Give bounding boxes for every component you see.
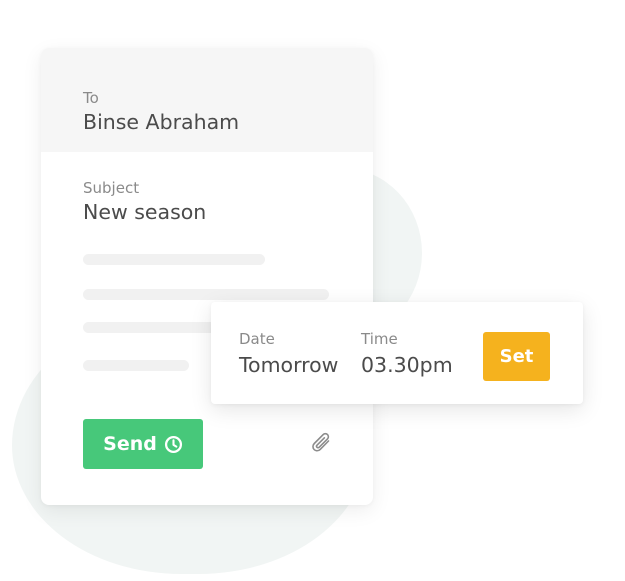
send-button[interactable]: Send: [83, 419, 203, 469]
body-text-placeholder: [83, 322, 217, 333]
date-label: Date: [239, 330, 275, 348]
body-text-placeholder: [83, 289, 329, 300]
clock-icon: [164, 435, 183, 454]
body-text-placeholder: [83, 254, 265, 265]
to-label: To: [83, 89, 99, 107]
body-text-placeholder: [83, 360, 189, 371]
send-button-label: Send: [103, 433, 157, 455]
email-compose-card: To Binse Abraham Subject New season Send: [41, 48, 373, 505]
date-value[interactable]: Tomorrow: [239, 353, 338, 377]
paperclip-icon[interactable]: [309, 430, 335, 458]
recipient-section: To Binse Abraham: [41, 48, 373, 152]
scheduler-illustration: To Binse Abraham Subject New season Send…: [0, 0, 625, 581]
subject-label: Subject: [83, 179, 140, 197]
subject-field[interactable]: New season: [83, 200, 206, 224]
recipient-name[interactable]: Binse Abraham: [83, 110, 239, 134]
time-label: Time: [361, 330, 398, 348]
schedule-popup: Date Tomorrow Time 03.30pm Set: [211, 302, 583, 404]
time-value[interactable]: 03.30pm: [361, 353, 453, 377]
set-button[interactable]: Set: [483, 332, 550, 381]
